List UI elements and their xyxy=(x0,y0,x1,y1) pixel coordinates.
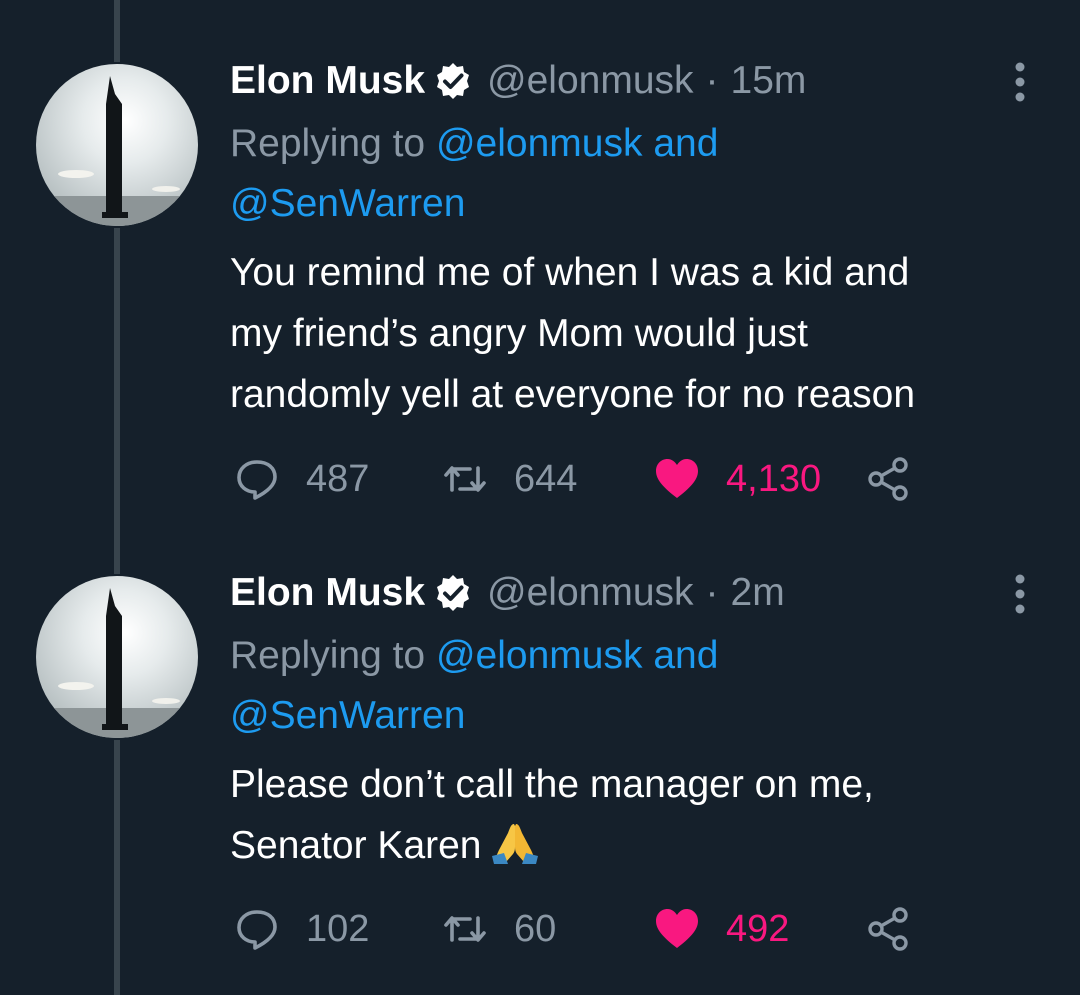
tweet-actions: 487 644 4,130 xyxy=(230,454,1030,504)
author-handle[interactable]: @elonmusk xyxy=(487,571,694,615)
retweet-icon xyxy=(444,916,486,942)
reply-icon xyxy=(237,460,277,500)
replying-and[interactable]: and xyxy=(653,122,718,165)
replying-to: Replying to @elonmusk and xyxy=(230,626,718,686)
share-icon xyxy=(868,907,908,951)
reply-count: 102 xyxy=(306,907,370,950)
like-count: 492 xyxy=(726,907,790,950)
like-button[interactable]: 492 xyxy=(654,904,789,954)
verified-badge-icon xyxy=(433,573,473,613)
replying-to-continued: @SenWarren xyxy=(230,174,465,234)
tweet-text: You remind me of when I was a kid and my… xyxy=(230,251,916,416)
tweet-text: Please don’t call the manager on me, Sen… xyxy=(230,754,1030,876)
timestamp[interactable]: 15m xyxy=(731,59,807,103)
retweet-button[interactable]: 60 xyxy=(442,904,556,954)
retweet-count: 644 xyxy=(514,457,578,500)
like-button[interactable]: 4,130 xyxy=(654,454,821,504)
retweet-button[interactable]: 644 xyxy=(442,454,577,504)
more-options-icon[interactable] xyxy=(1008,62,1032,102)
share-button[interactable] xyxy=(866,904,912,954)
avatar-image xyxy=(36,576,198,738)
like-count: 4,130 xyxy=(726,457,822,500)
mention-link[interactable]: @SenWarren xyxy=(230,182,465,225)
avatar-image xyxy=(36,64,198,226)
heart-filled-icon xyxy=(656,459,698,498)
tweet-text-content: Please don’t call the manager on me, Sen… xyxy=(230,763,874,867)
verified-badge-icon xyxy=(433,61,473,101)
share-button[interactable] xyxy=(866,454,912,504)
reply-icon xyxy=(237,910,277,950)
replying-to-continued: @SenWarren xyxy=(230,686,465,746)
retweet-count: 60 xyxy=(514,907,557,950)
mention-link[interactable]: @elonmusk xyxy=(436,634,643,677)
author-name[interactable]: Elon Musk xyxy=(230,59,425,103)
separator-dot: · xyxy=(705,571,719,614)
avatar[interactable] xyxy=(36,576,198,738)
retweet-icon xyxy=(444,466,486,492)
reply-button[interactable]: 487 xyxy=(234,454,369,504)
replying-and[interactable]: and xyxy=(653,634,718,677)
author-name[interactable]: Elon Musk xyxy=(230,571,425,615)
folded-hands-emoji-icon xyxy=(490,820,540,864)
mention-link[interactable]: @SenWarren xyxy=(230,694,465,737)
timestamp[interactable]: 2m xyxy=(731,571,785,615)
more-options-icon[interactable] xyxy=(1008,574,1032,614)
replying-prefix: Replying to xyxy=(230,634,426,677)
replying-to: Replying to @elonmusk and xyxy=(230,114,718,174)
tweet-actions: 102 60 492 xyxy=(230,904,1030,954)
mention-link[interactable]: @elonmusk xyxy=(436,122,643,165)
replying-prefix: Replying to xyxy=(230,122,426,165)
author-handle[interactable]: @elonmusk xyxy=(487,59,694,103)
tweet[interactable]: Elon Musk @elonmusk · 15m Replying to @e… xyxy=(0,0,1080,560)
tweet[interactable]: Elon Musk @elonmusk · 2m Replying to @el… xyxy=(0,512,1080,995)
separator-dot: · xyxy=(705,59,719,102)
avatar[interactable] xyxy=(36,64,198,226)
heart-filled-icon xyxy=(656,909,698,948)
reply-button[interactable]: 102 xyxy=(234,904,369,954)
share-icon xyxy=(868,457,908,501)
reply-count: 487 xyxy=(306,457,370,500)
